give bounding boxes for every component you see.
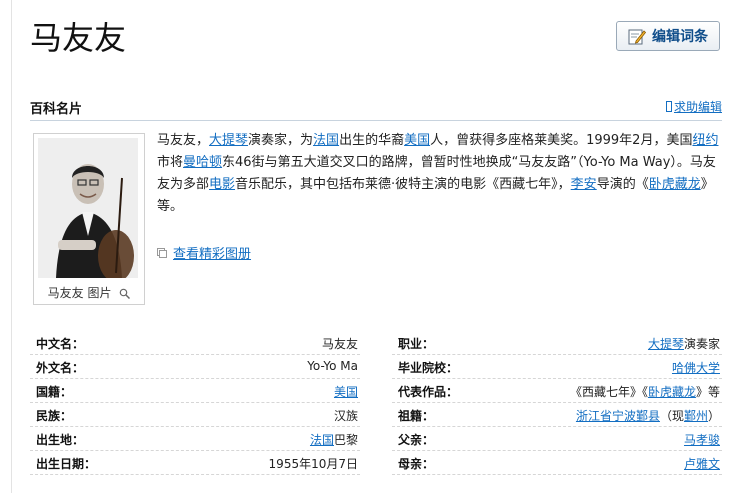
info-row-nationality: 国籍： 美国 bbox=[30, 378, 360, 403]
portrait-image[interactable] bbox=[38, 138, 138, 278]
info-value-link[interactable]: 浙江省宁波鄞县 bbox=[576, 409, 660, 423]
info-label: 出生日期： bbox=[36, 457, 97, 471]
info-label: 外文名： bbox=[36, 361, 85, 375]
photo-caption-label: 马友友 图片 bbox=[47, 286, 112, 300]
info-value-link[interactable]: 大提琴 bbox=[648, 337, 684, 351]
info-row-notable-works: 代表作品： 《西藏七年》《卧虎藏龙》等 bbox=[392, 378, 722, 403]
info-value: 卢雅文 bbox=[684, 455, 720, 472]
info-value: 《西藏七年》《卧虎藏龙》等 bbox=[570, 383, 720, 400]
info-row-alma-mater: 毕业院校： 哈佛大学 bbox=[392, 354, 722, 379]
section-title: 百科名片 bbox=[30, 102, 83, 117]
info-row-chinese-name: 中文名： 马友友 bbox=[30, 330, 360, 355]
info-value: 哈佛大学 bbox=[672, 359, 720, 376]
gallery-link-label: 查看精彩图册 bbox=[173, 247, 252, 262]
info-value: 美国 bbox=[334, 383, 358, 400]
edit-entry-button[interactable]: 编辑词条 bbox=[616, 21, 720, 51]
help-edit-link[interactable]: 求助编辑 bbox=[665, 98, 722, 115]
info-value: 1955年10月7日 bbox=[269, 455, 358, 472]
info-value: 大提琴演奏家 bbox=[648, 335, 720, 352]
summary-text: 音乐配乐，其中包括布莱德·彼特主演的电影《西藏七年》， bbox=[235, 177, 571, 192]
info-label: 祖籍： bbox=[398, 409, 435, 423]
info-value-text: 演奏家 bbox=[683, 337, 720, 351]
summary-text: 市将 bbox=[157, 155, 184, 170]
summary-text: 导演的《 bbox=[596, 177, 649, 192]
summary-link[interactable]: 大提琴 bbox=[209, 133, 248, 148]
edit-icon bbox=[628, 29, 646, 45]
info-label: 国籍： bbox=[36, 385, 73, 399]
info-value: 法国巴黎 bbox=[310, 431, 358, 448]
section-header: 百科名片 求助编辑 bbox=[30, 90, 722, 121]
info-row-ancestral-home: 祖籍： 浙江省宁波鄞县（现鄞州） bbox=[392, 402, 722, 427]
info-value-link[interactable]: 卢雅文 bbox=[684, 457, 720, 471]
info-value-link[interactable]: 美国 bbox=[334, 385, 358, 399]
info-label: 父亲： bbox=[398, 433, 435, 447]
edit-entry-label: 编辑词条 bbox=[652, 29, 708, 45]
zoom-icon bbox=[120, 288, 131, 299]
gallery-link[interactable]: 查看精彩图册 bbox=[157, 243, 251, 262]
info-label: 母亲： bbox=[398, 457, 435, 471]
info-label: 代表作品： bbox=[398, 385, 459, 399]
summary-text: 演奏家，为 bbox=[248, 133, 314, 148]
help-edit-label: 求助编辑 bbox=[673, 100, 722, 114]
summary-link[interactable]: 纽约 bbox=[692, 133, 718, 148]
info-label: 中文名： bbox=[36, 337, 85, 351]
info-value-text: 巴黎 bbox=[333, 433, 358, 447]
info-label: 职业： bbox=[398, 337, 435, 351]
info-value-link[interactable]: 卧虎藏龙 bbox=[648, 385, 696, 399]
info-value-text: ） bbox=[707, 409, 720, 423]
info-value: 马友友 bbox=[322, 335, 358, 352]
info-value-text: 1955年10月7日 bbox=[268, 457, 358, 471]
info-label: 民族： bbox=[36, 409, 73, 423]
info-value: 汉族 bbox=[334, 407, 358, 424]
info-row-birthplace: 出生地： 法国巴黎 bbox=[30, 426, 360, 451]
info-value-text: 马友友 bbox=[321, 337, 358, 351]
info-row-father: 父亲： 马孝骏 bbox=[392, 426, 722, 451]
summary-link[interactable]: 美国 bbox=[404, 133, 430, 148]
summary-link[interactable]: 李安 bbox=[571, 177, 597, 192]
info-value-link[interactable]: 马孝骏 bbox=[684, 433, 720, 447]
pencil-icon bbox=[665, 101, 672, 112]
page-title: 马友友 bbox=[30, 19, 127, 57]
info-value-text: 《西藏七年》《 bbox=[569, 385, 648, 399]
info-value-link[interactable]: 哈佛大学 bbox=[672, 361, 720, 375]
info-value: 马孝骏 bbox=[684, 431, 720, 448]
info-value-text: 》等 bbox=[695, 385, 720, 399]
summary-text: 马友友， bbox=[157, 133, 210, 148]
info-value-text: Yo-Yo Ma bbox=[307, 359, 358, 373]
info-value-text: （现 bbox=[659, 409, 684, 423]
info-label: 毕业院校： bbox=[398, 361, 459, 375]
summary-text: 出生的华裔 bbox=[339, 133, 405, 148]
summary-link[interactable]: 卧虎藏龙 bbox=[649, 177, 701, 192]
summary-paragraph: 马友友，大提琴演奏家，为法国出生的华裔美国人，曾获得多座格莱美奖。1999年2月… bbox=[157, 130, 722, 218]
info-value-link[interactable]: 鄞州 bbox=[684, 409, 708, 423]
summary-link[interactable]: 曼哈顿 bbox=[183, 155, 222, 170]
summary-link[interactable]: 电影 bbox=[209, 177, 235, 192]
info-value: Yo-Yo Ma bbox=[307, 359, 358, 373]
summary-link[interactable]: 法国 bbox=[313, 133, 339, 148]
photo-caption[interactable]: 马友友 图片 bbox=[34, 284, 144, 301]
info-row-foreign-name: 外文名： Yo-Yo Ma bbox=[30, 354, 360, 379]
info-row-mother: 母亲： 卢雅文 bbox=[392, 450, 722, 475]
gallery-icon bbox=[157, 247, 167, 258]
info-row-ethnicity: 民族： 汉族 bbox=[30, 402, 360, 427]
page-left-border bbox=[11, 0, 12, 493]
summary-text: 人，曾获得多座格莱美奖。1999年2月，美国 bbox=[430, 133, 693, 148]
info-value-text: 汉族 bbox=[333, 409, 358, 423]
portrait-card[interactable]: 马友友 图片 bbox=[33, 133, 145, 305]
info-value-link[interactable]: 法国 bbox=[310, 433, 334, 447]
info-row-birth-date: 出生日期： 1955年10月7日 bbox=[30, 450, 360, 475]
info-label: 出生地： bbox=[36, 433, 85, 447]
info-row-occupation: 职业： 大提琴演奏家 bbox=[392, 330, 722, 355]
info-value: 浙江省宁波鄞县（现鄞州） bbox=[576, 407, 720, 424]
